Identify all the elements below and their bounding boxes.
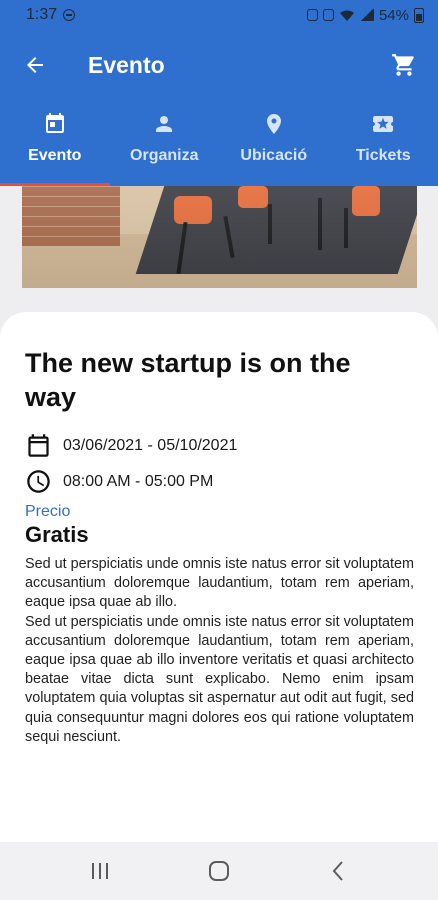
price-value: Gratis — [25, 522, 89, 547]
battery-icon — [414, 7, 424, 23]
status-right: 54% — [306, 6, 424, 24]
tab-label: Ubicació — [240, 147, 308, 164]
cart-icon — [392, 54, 414, 76]
event-dates: 03/06/2021 - 05/10/2021 — [63, 436, 238, 454]
person-icon — [156, 116, 173, 132]
tab-bar: Evento Organiza Ubicació Tickets — [0, 100, 438, 186]
home-button[interactable] — [189, 842, 249, 900]
event-date-row: 03/06/2021 - 05/10/2021 — [25, 432, 237, 459]
tab-evento[interactable]: Evento — [0, 100, 110, 186]
tab-label: Organiza — [130, 147, 199, 164]
do-not-disturb-icon — [63, 9, 76, 21]
battery-percent: 54% — [378, 6, 409, 24]
tab-tickets[interactable]: Tickets — [329, 100, 438, 186]
cart-button[interactable] — [376, 30, 432, 100]
tab-organizador[interactable]: Organiza — [110, 100, 220, 186]
price-label: Precio — [25, 503, 71, 520]
event-detail-card: The new startup is on the way 03/06/2021… — [0, 312, 438, 842]
ticket-icon — [373, 116, 394, 132]
status-time: 1:37 — [26, 6, 58, 23]
home-icon — [208, 861, 229, 881]
clock-icon — [27, 470, 50, 493]
recent-apps-button[interactable] — [70, 842, 130, 900]
back-icon — [332, 861, 344, 881]
arrow-left-icon — [27, 57, 43, 73]
system-back-button[interactable] — [308, 842, 368, 900]
vibrate-icon — [322, 9, 334, 21]
tab-label: Tickets — [355, 147, 411, 164]
recent-apps-icon — [91, 863, 108, 879]
tab-label: Evento — [28, 147, 82, 164]
status-left: 1:37 — [26, 6, 76, 24]
app-bar: Evento — [0, 30, 438, 100]
event-times: 08:00 AM - 05:00 PM — [63, 472, 214, 490]
wifi-icon — [339, 10, 354, 21]
calendar-outline-icon — [28, 434, 49, 457]
back-button[interactable] — [0, 30, 70, 100]
description-paragraph: Sed ut perspiciatis unde omnis iste natu… — [25, 613, 414, 745]
event-description: Sed ut perspiciatis unde omnis iste natu… — [25, 555, 414, 747]
event-time-row: 08:00 AM - 05:00 PM — [25, 468, 213, 495]
event-image — [22, 186, 417, 288]
description-paragraph: Sed ut perspiciatis unde omnis iste natu… — [25, 556, 414, 611]
event-title: The new startup is on the way — [25, 348, 351, 412]
signal-icon — [359, 9, 374, 21]
app-title: Evento — [88, 51, 165, 78]
status-bar: 1:37 54% — [0, 0, 438, 30]
tab-ubicacion[interactable]: Ubicació — [219, 100, 329, 186]
calendar-icon — [45, 113, 64, 133]
location-pin-icon — [266, 114, 281, 134]
alarm-icon — [306, 9, 318, 21]
system-nav-bar — [0, 842, 438, 900]
hero-overlay — [22, 186, 417, 288]
